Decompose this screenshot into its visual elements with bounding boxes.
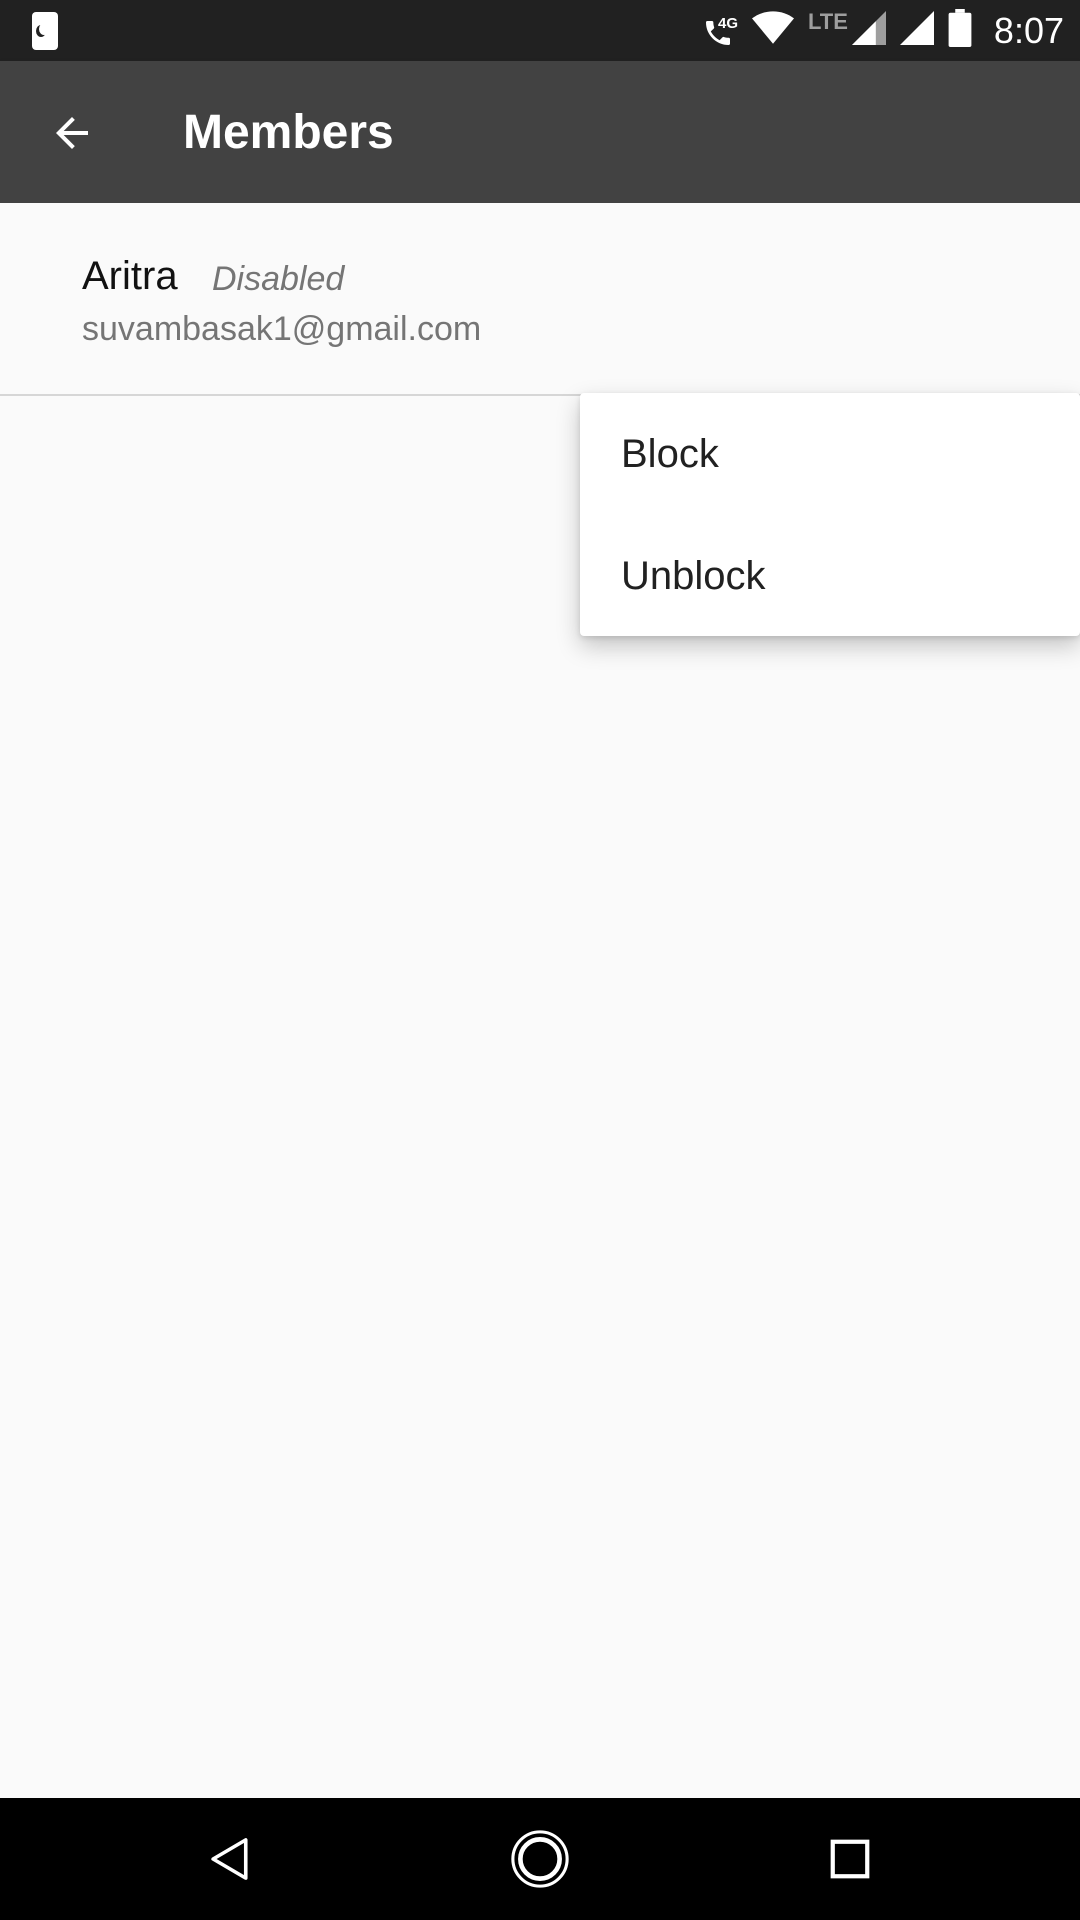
- wifi-icon: [752, 10, 794, 51]
- arrow-back-icon: [56, 117, 88, 149]
- signal-icon: [899, 10, 934, 51]
- wifi-call-icon: 4G: [702, 13, 738, 49]
- member-status-badge: Disabled: [212, 260, 345, 298]
- lte-label: LTE: [808, 8, 848, 34]
- menu-item-unblock[interactable]: Unblock: [580, 515, 1080, 637]
- back-button[interactable]: [36, 97, 108, 169]
- status-bar: 4G LTE 8:07: [0, 0, 1080, 61]
- menu-item-block[interactable]: Block: [580, 393, 1080, 515]
- menu-item-label: Unblock: [621, 553, 766, 598]
- member-list-item[interactable]: Aritra Disabled suvambasak1@gmail.com: [0, 203, 1080, 396]
- member-name: Aritra: [82, 254, 178, 298]
- nav-home-icon: [511, 1830, 569, 1888]
- nav-back-icon: [211, 1838, 248, 1880]
- popup-menu: Block Unblock: [580, 393, 1080, 636]
- nav-recents-icon: [830, 1839, 870, 1879]
- member-email: suvambasak1@gmail.com: [82, 310, 482, 348]
- page-title: Members: [183, 106, 394, 159]
- nav-home-button[interactable]: [500, 1819, 580, 1899]
- battery-icon: [948, 9, 972, 52]
- nav-recents-button[interactable]: [810, 1819, 890, 1899]
- night-mode-icon: [32, 12, 58, 50]
- status-icons: 4G LTE 8:07: [702, 0, 1064, 61]
- navigation-bar: [0, 1798, 1080, 1920]
- menu-item-label: Block: [621, 431, 719, 476]
- app-bar: Members: [0, 61, 1080, 203]
- nav-back-button[interactable]: [190, 1819, 270, 1899]
- signal-icon: [851, 10, 886, 51]
- clock: 8:07: [993, 9, 1064, 51]
- network-type-label: 4G: [717, 14, 738, 32]
- screen: 4G LTE 8:07 Members Aritra Disabled suva…: [0, 0, 1080, 1920]
